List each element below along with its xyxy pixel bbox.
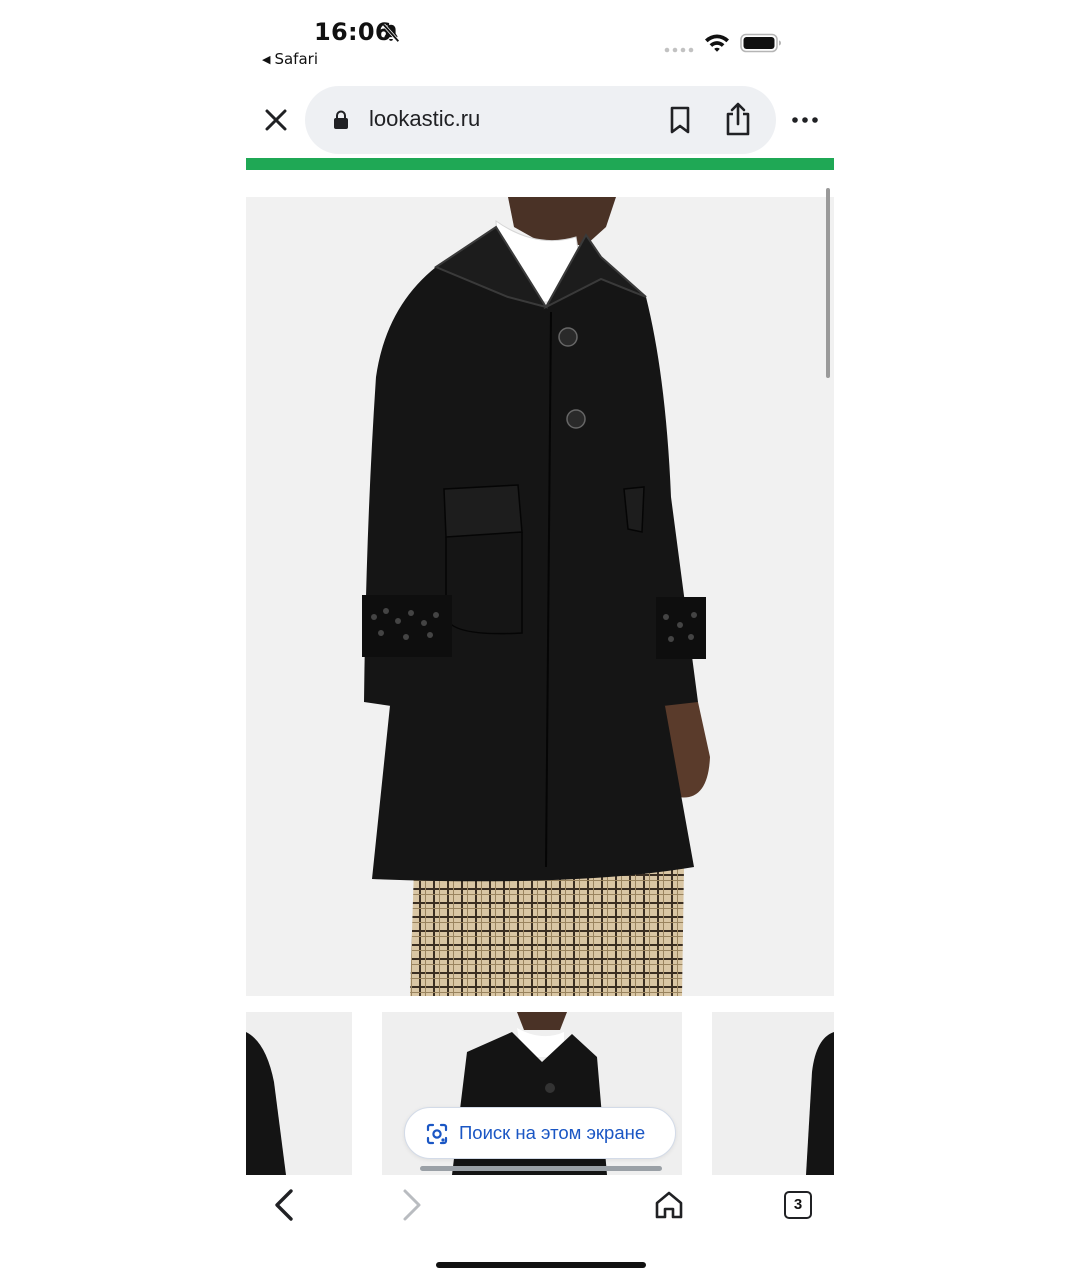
wifi-icon (705, 34, 729, 52)
url-text[interactable]: lookastic.ru (369, 106, 480, 132)
bookmark-icon[interactable] (669, 106, 691, 134)
page-load-progress-fill (246, 158, 834, 170)
thumbnail-1[interactable] (246, 1012, 352, 1175)
chevron-left-icon[interactable] (272, 1188, 296, 1222)
battery-icon (740, 33, 781, 53)
sheet-drag-handle[interactable] (420, 1166, 662, 1171)
signal-icon (664, 47, 694, 53)
page-scrollbar[interactable] (826, 188, 830, 378)
lens-camera-icon (426, 1123, 448, 1145)
search-on-screen-button[interactable]: Поиск на этом экране (404, 1107, 676, 1159)
back-to-app-link[interactable]: ◀ Safari (262, 50, 318, 68)
close-icon[interactable] (262, 106, 290, 134)
mobile-browser-screen: 16:06 ◀ Safari lookastic.ru Поиск на это… (246, 0, 834, 1280)
home-icon[interactable] (654, 1190, 684, 1220)
coat-photo (246, 197, 834, 996)
thumbnail-3-image (712, 1012, 834, 1175)
search-on-screen-label: Поиск на этом экране (459, 1122, 646, 1143)
bell-slash-icon (382, 23, 400, 43)
page-load-progress (246, 158, 834, 170)
more-icon[interactable] (790, 110, 820, 130)
thumbnail-3[interactable] (712, 1012, 834, 1175)
lock-icon (334, 110, 348, 129)
back-triangle-icon: ◀ (262, 53, 271, 66)
home-indicator[interactable] (436, 1262, 646, 1268)
share-icon[interactable] (723, 102, 753, 136)
thumbnail-1-image (246, 1012, 352, 1175)
address-bar[interactable]: lookastic.ru (305, 86, 776, 154)
product-image[interactable] (246, 197, 834, 996)
back-app-label: Safari (274, 50, 318, 68)
chevron-right-icon[interactable] (400, 1188, 424, 1222)
tabs-icon[interactable]: 3 (784, 1191, 812, 1219)
